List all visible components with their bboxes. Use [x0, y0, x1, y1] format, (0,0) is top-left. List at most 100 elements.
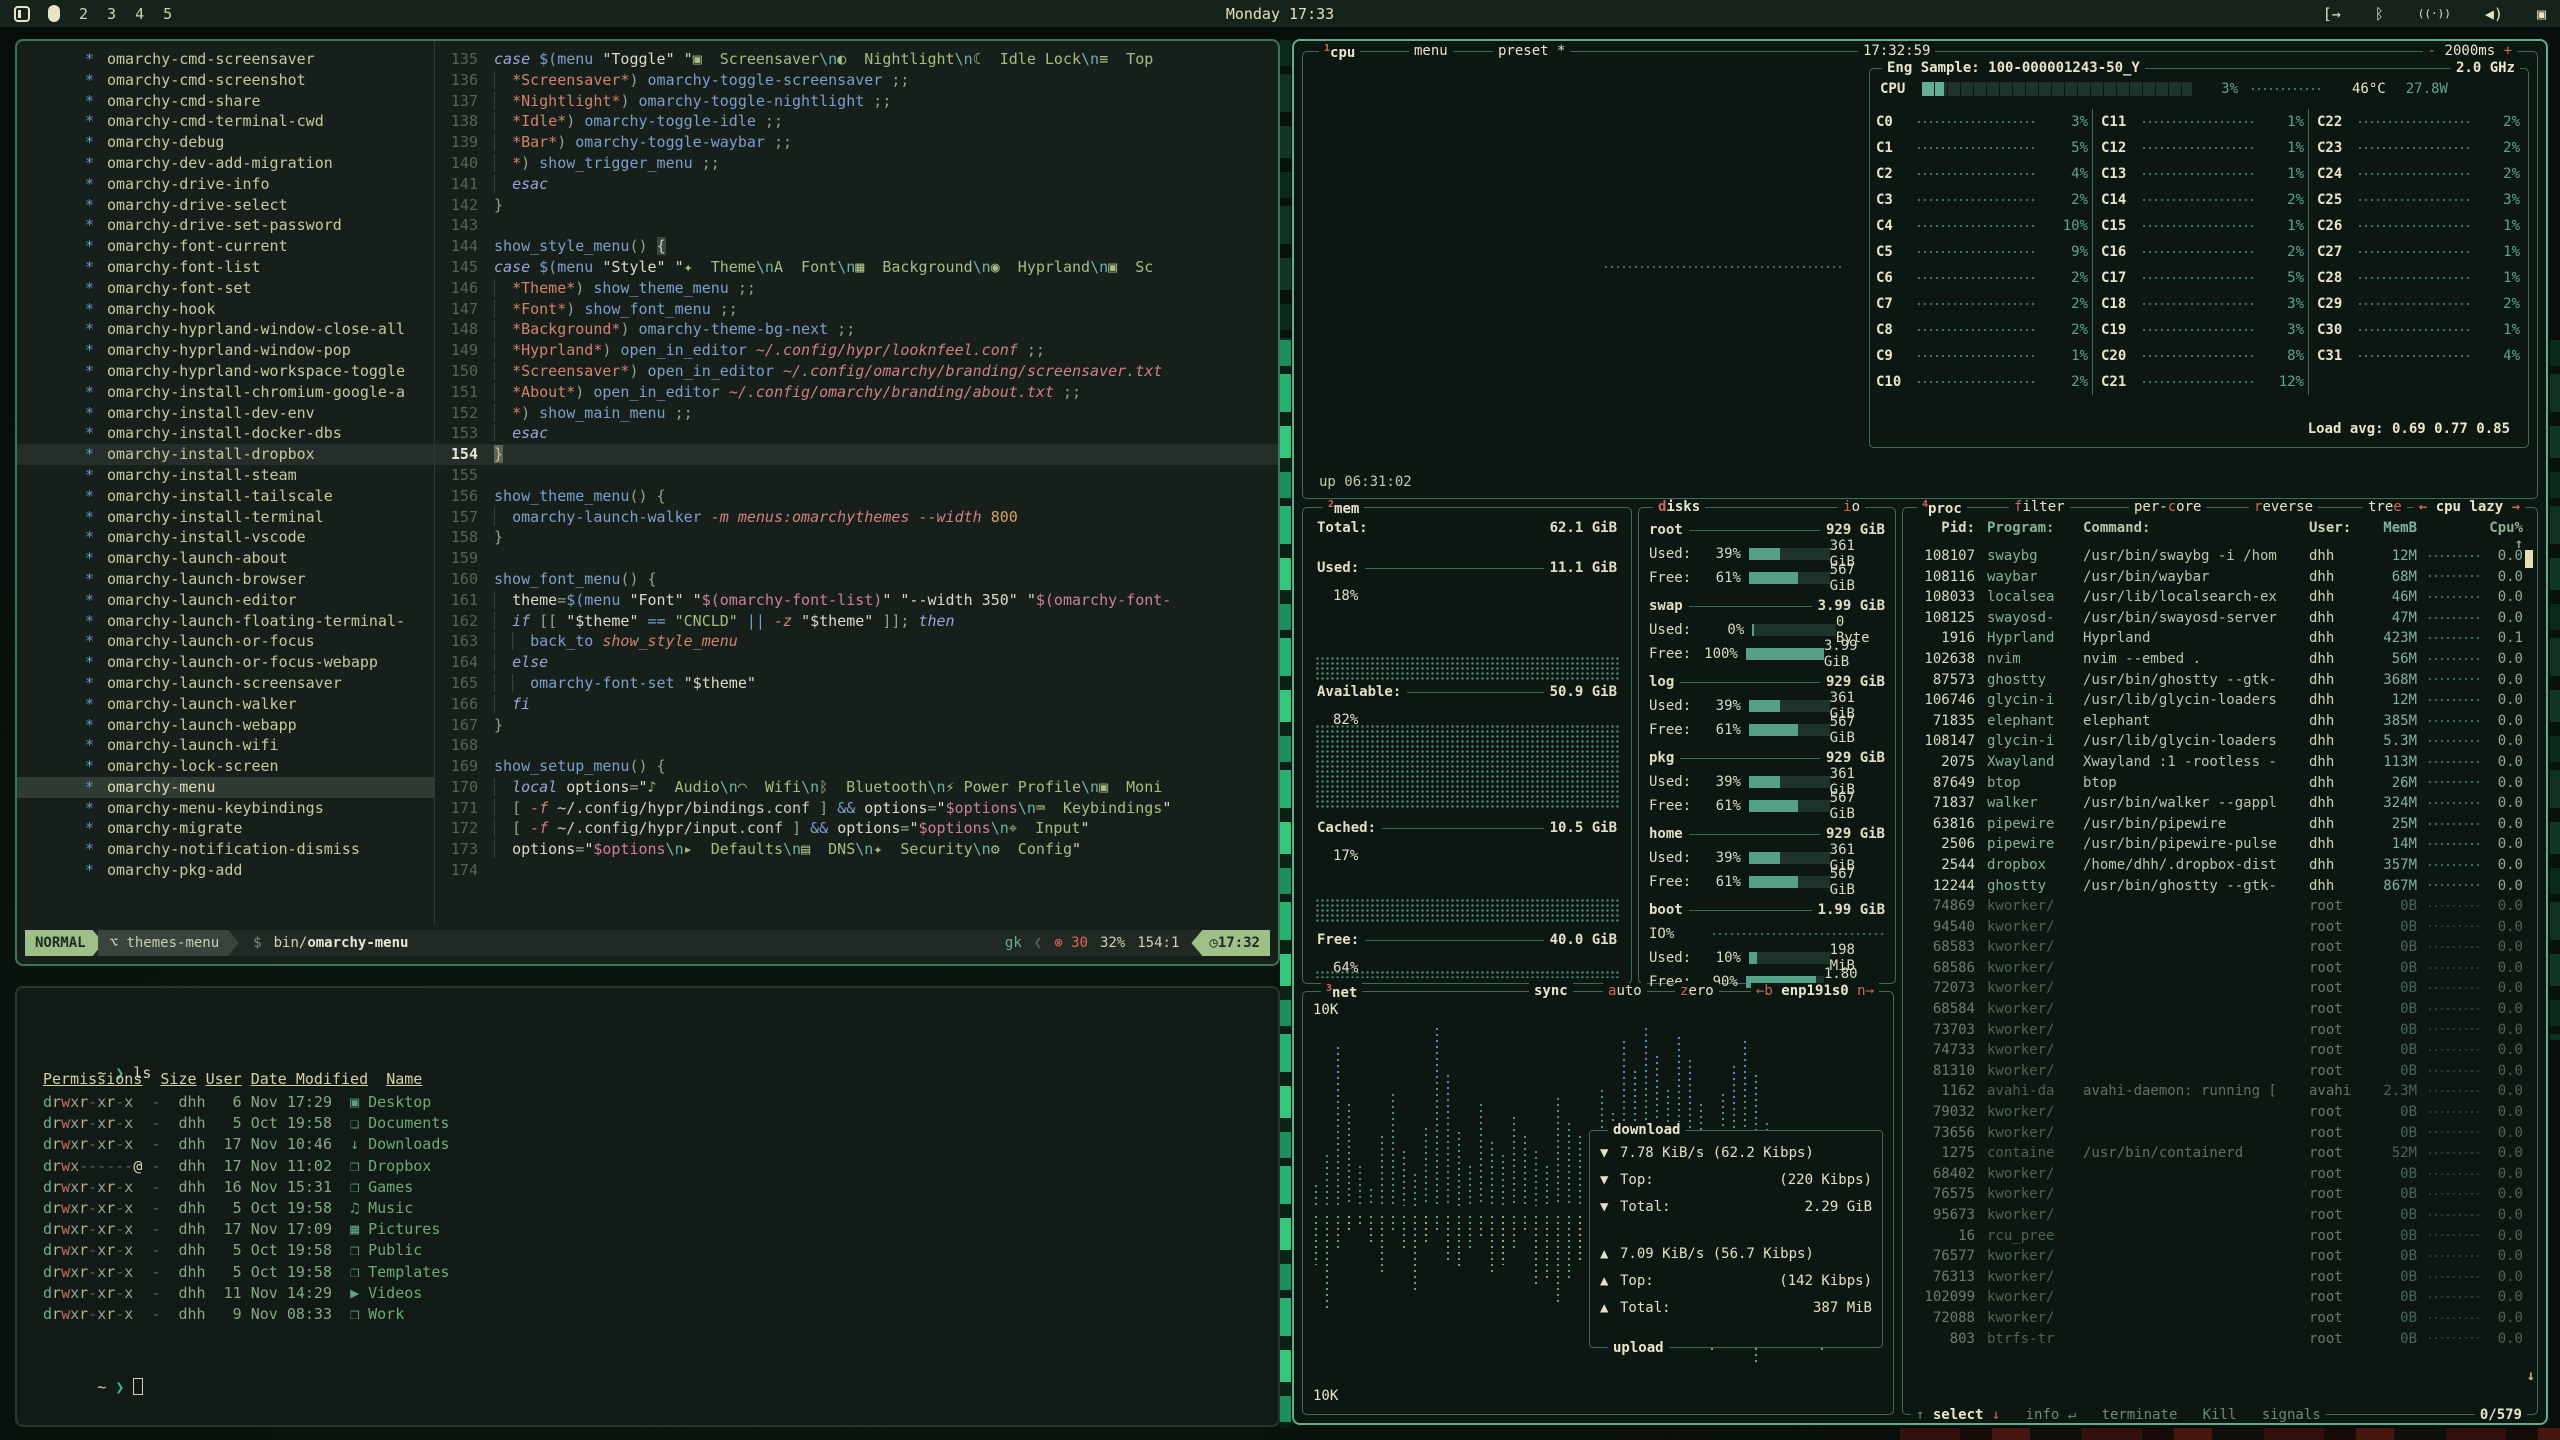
process-row[interactable]: 68584kworker/root0B0.0 — [1911, 999, 2519, 1020]
file-list-item[interactable]: *omarchy-debug — [17, 132, 434, 153]
file-list-item[interactable]: *omarchy-install-docker-dbs — [17, 423, 434, 444]
file-list-item[interactable]: *omarchy-launch-wifi — [17, 735, 434, 756]
process-row[interactable]: 71837walker/usr/bin/walker --gappldhh324… — [1911, 793, 2519, 814]
file-list-item[interactable]: *omarchy-pkg-add — [17, 860, 434, 881]
process-row[interactable]: 1162avahi-daavahi-daemon: running [avahi… — [1911, 1081, 2519, 1102]
process-row[interactable]: 68402kworker/root0B0.0 — [1911, 1164, 2519, 1185]
workspace-active[interactable] — [48, 5, 60, 22]
volume-icon[interactable]: ◀) — [2485, 5, 2503, 23]
bluetooth-icon[interactable]: ᛒ — [2375, 5, 2384, 23]
terminal-cursor[interactable] — [133, 1378, 143, 1395]
process-row[interactable]: 76577kworker/root0B0.0 — [1911, 1246, 2519, 1267]
process-row[interactable]: 108033localsea/usr/lib/localsearch-exdhh… — [1911, 587, 2519, 608]
file-list-item[interactable]: *omarchy-launch-or-focus-webapp — [17, 652, 434, 673]
file-list-item[interactable]: *omarchy-launch-browser — [17, 569, 434, 590]
tree-button[interactable]: tree — [2363, 499, 2407, 515]
sort-selector[interactable]: ← cpu lazy → — [2414, 499, 2525, 515]
mem-box-title[interactable]: 2mem — [1323, 499, 1364, 517]
process-row[interactable]: 72073kworker/root0B0.0 — [1911, 978, 2519, 999]
workspace-4[interactable]: 4 — [135, 5, 144, 23]
file-list-item[interactable]: *omarchy-launch-walker — [17, 694, 434, 715]
file-list-item[interactable]: *omarchy-install-tailscale — [17, 486, 434, 507]
process-row[interactable]: 102638nvimnvim --embed .dhh56M0.0 — [1911, 649, 2519, 670]
net-interface-selector[interactable]: ←b enp191s0 n→ — [1751, 983, 1879, 999]
process-row[interactable]: 73703kworker/root0B0.0 — [1911, 1020, 2519, 1041]
process-row[interactable]: 63816pipewire/usr/bin/pipewiredhh25M0.0 — [1911, 814, 2519, 835]
chip-icon[interactable]: ▣ — [2537, 5, 2546, 23]
disks-box-title[interactable]: disks — [1653, 499, 1705, 515]
filter-button[interactable]: filter — [2009, 499, 2070, 515]
process-row[interactable]: 108116waybar/usr/bin/waybardhh68M0.0 — [1911, 567, 2519, 588]
scroll-down-icon[interactable]: ↓ — [2527, 1368, 2535, 1384]
process-row[interactable]: 2075XwaylandXwayland :1 -rootless -dhh11… — [1911, 752, 2519, 773]
file-list-item[interactable]: *omarchy-hyprland-window-pop — [17, 340, 434, 361]
file-list-item[interactable]: *omarchy-install-dropbox — [17, 444, 434, 465]
process-row[interactable]: 108147glycin-i/usr/lib/glycin-loadersdhh… — [1911, 731, 2519, 752]
process-row[interactable]: 68586kworker/root0B0.0 — [1911, 958, 2519, 979]
reverse-button[interactable]: reverse — [2249, 499, 2318, 515]
file-list-item[interactable]: *omarchy-font-current — [17, 236, 434, 257]
logout-icon[interactable]: [→ — [2323, 5, 2341, 23]
file-list-item[interactable]: *omarchy-cmd-terminal-cwd — [17, 111, 434, 132]
file-list-item[interactable]: *omarchy-menu — [17, 777, 434, 798]
process-row[interactable]: 2506pipewire/usr/bin/pipewire-pulsedhh14… — [1911, 834, 2519, 855]
file-list-item[interactable]: *omarchy-dev-add-migration — [17, 153, 434, 174]
file-list-item[interactable]: *omarchy-menu-keybindings — [17, 798, 434, 819]
file-list-item[interactable]: *omarchy-cmd-share — [17, 91, 434, 112]
file-list-item[interactable]: *omarchy-install-dev-env — [17, 403, 434, 424]
file-list-item[interactable]: *omarchy-notification-dismiss — [17, 839, 434, 860]
file-list-item[interactable]: *omarchy-hyprland-window-close-all — [17, 319, 434, 340]
process-row[interactable]: 803btrfs-trroot0B0.0 — [1911, 1329, 2519, 1350]
process-row[interactable]: 1916HyprlandHyprlanddhh423M0.1 — [1911, 628, 2519, 649]
file-list-item[interactable]: *omarchy-launch-editor — [17, 590, 434, 611]
update-interval[interactable]: - 2000ms + — [2423, 43, 2517, 59]
process-row[interactable]: 94540kworker/root0B0.0 — [1911, 917, 2519, 938]
file-list-item[interactable]: *omarchy-hyprland-workspace-toggle — [17, 361, 434, 382]
workspace-2[interactable]: 2 — [79, 5, 88, 23]
process-row[interactable]: 74869kworker/root0B0.0 — [1911, 896, 2519, 917]
process-row[interactable]: 71835elephantelephantdhh385M0.0 — [1911, 711, 2519, 732]
workspace-3[interactable]: 3 — [107, 5, 116, 23]
process-row[interactable]: 72088kworker/root0B0.0 — [1911, 1308, 2519, 1329]
preset-button[interactable]: preset * — [1493, 43, 1570, 59]
process-row[interactable]: 87649btopbtopdhh26M0.0 — [1911, 773, 2519, 794]
process-row[interactable]: 74733kworker/root0B0.0 — [1911, 1040, 2519, 1061]
file-list-item[interactable]: *omarchy-install-terminal — [17, 507, 434, 528]
process-row[interactable]: 73656kworker/root0B0.0 — [1911, 1123, 2519, 1144]
process-row[interactable]: 12244ghostty/usr/bin/ghostty --gtk-dhh86… — [1911, 876, 2519, 897]
file-list-item[interactable]: *omarchy-font-list — [17, 257, 434, 278]
file-list-item[interactable]: *omarchy-install-steam — [17, 465, 434, 486]
process-row[interactable]: 81310kworker/root0B0.0 — [1911, 1061, 2519, 1082]
file-list-item[interactable]: *omarchy-launch-floating-terminal- — [17, 611, 434, 632]
process-row[interactable]: 108107swaybg/usr/bin/swaybg -i /homdhh12… — [1911, 546, 2519, 567]
file-list-item[interactable]: *omarchy-launch-about — [17, 548, 434, 569]
omarchy-logo-icon[interactable] — [14, 6, 30, 22]
proc-box-title[interactable]: 4proc — [1917, 499, 1967, 517]
process-row[interactable]: 87573ghostty/usr/bin/ghostty --gtk-dhh36… — [1911, 670, 2519, 691]
process-row[interactable]: 95673kworker/root0B0.0 — [1911, 1205, 2519, 1226]
process-row[interactable]: 106746glycin-i/usr/lib/glycin-loadersdhh… — [1911, 690, 2519, 711]
file-list-item[interactable]: *omarchy-install-vscode — [17, 527, 434, 548]
process-row[interactable]: 79032kworker/root0B0.0 — [1911, 1102, 2519, 1123]
file-list-item[interactable]: *omarchy-launch-webapp — [17, 715, 434, 736]
kill-button[interactable]: Kill — [2203, 1407, 2237, 1423]
info-button[interactable]: info ↵ — [2026, 1407, 2077, 1423]
file-list-item[interactable]: *omarchy-drive-select — [17, 195, 434, 216]
file-list-item[interactable]: *omarchy-launch-or-focus — [17, 631, 434, 652]
process-row[interactable]: 76575kworker/root0B0.0 — [1911, 1184, 2519, 1205]
file-list-item[interactable]: *omarchy-font-set — [17, 278, 434, 299]
menu-button[interactable]: menu — [1409, 43, 1453, 59]
process-row[interactable]: 102099kworker/root0B0.0 — [1911, 1287, 2519, 1308]
file-list-item[interactable]: *omarchy-install-chromium-google-a — [17, 382, 434, 403]
net-sync-button[interactable]: sync — [1529, 983, 1573, 999]
net-auto-button[interactable]: auto — [1603, 983, 1647, 999]
workspace-5[interactable]: 5 — [163, 5, 172, 23]
file-list-item[interactable]: *omarchy-launch-screensaver — [17, 673, 434, 694]
net-zero-button[interactable]: zero — [1675, 983, 1719, 999]
io-mode-button[interactable]: io — [1838, 499, 1865, 515]
file-list-item[interactable]: *omarchy-hook — [17, 299, 434, 320]
process-row[interactable]: 16rcu_preeroot0B0.0 — [1911, 1226, 2519, 1247]
select-button[interactable]: select — [1933, 1407, 1984, 1423]
cpu-box-title[interactable]: 1cpu — [1319, 43, 1360, 61]
wifi-icon[interactable]: ((·)) — [2418, 7, 2451, 20]
